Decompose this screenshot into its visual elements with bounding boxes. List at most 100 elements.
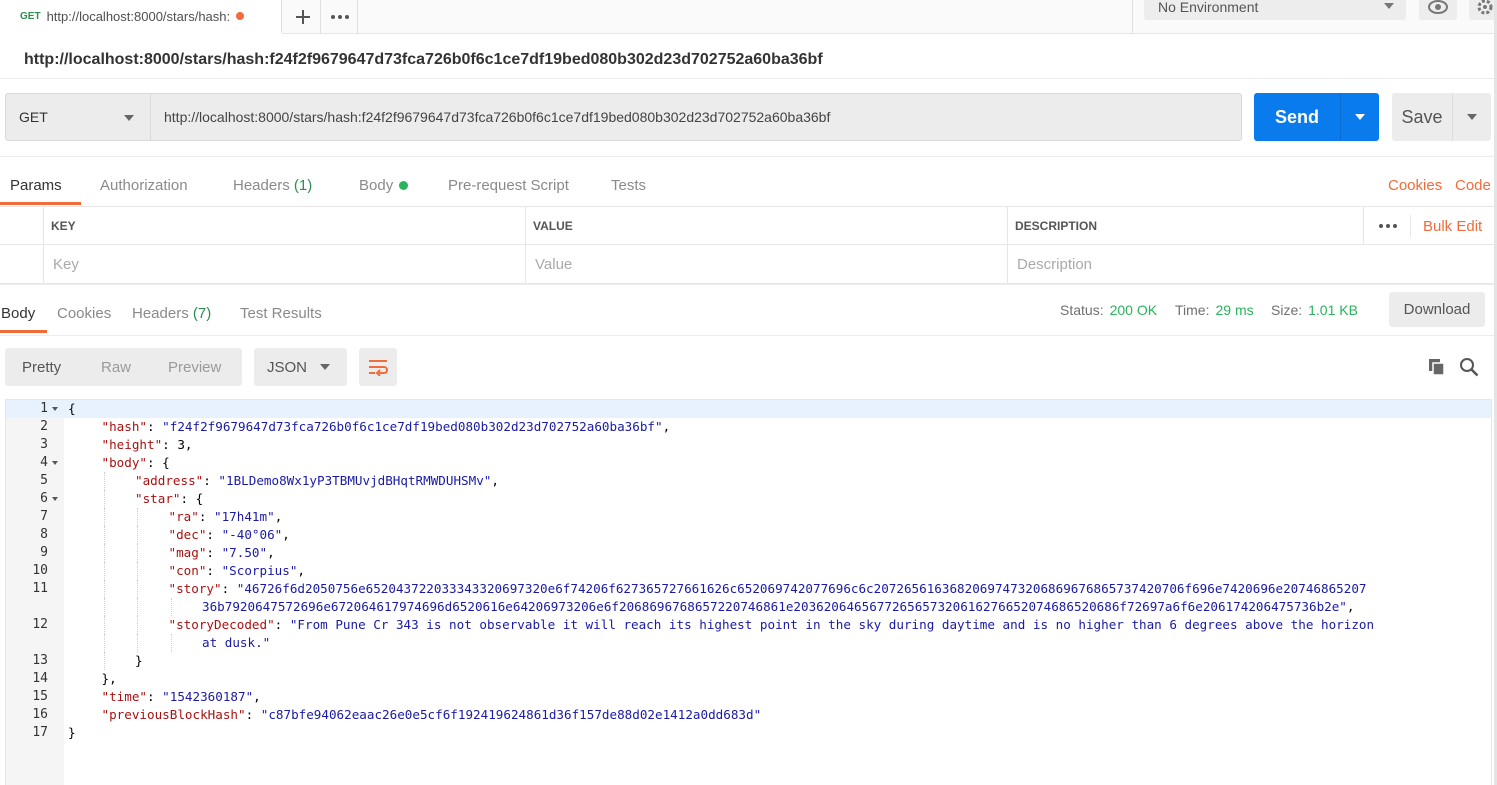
indent-guide [137,562,138,580]
response-tab-cookies[interactable]: Cookies [57,293,111,333]
description-input[interactable]: Description [1009,245,1489,283]
pretty-button[interactable]: Pretty [22,359,61,376]
indent-guide [103,598,105,616]
json-punctuation: } [68,725,76,740]
json-key: "ra" [168,509,199,524]
cookies-link[interactable]: Cookies [1388,165,1442,205]
fold-toggle-icon[interactable] [52,497,58,501]
key-column-header: KEY [51,219,76,233]
divider [1132,0,1133,34]
indent-guide [137,526,138,544]
json-punctuation: : { [147,455,170,470]
search-response-button[interactable] [1459,357,1479,382]
preview-button[interactable]: Preview [168,359,221,376]
code-line: 2 "hash": "f24f2f9679647d73fca726b0f6c1ce… [6,418,1491,436]
response-body-editor[interactable]: 1{2 "hash": "f24f2f9679647d73fca726b0f6c1… [5,399,1492,785]
line-number: 7 [40,509,48,524]
json-string: at dusk." [202,635,271,650]
code-line: 9 "mag": "7.50", [6,544,1491,562]
line-number: 5 [40,473,48,488]
send-button[interactable]: Send [1254,93,1379,141]
environment-quick-look-button[interactable] [1419,0,1457,20]
json-string: "1BLDemo8Wx1yP3TBMUvjdBHqtRMWDUHSMv" [218,473,492,488]
json-punctuation: } [135,653,143,668]
new-tab-button[interactable] [285,0,321,34]
response-tab-headers-label: Headers [132,304,189,322]
key-input[interactable]: Key [45,245,525,283]
json-punctuation: : [274,617,290,632]
response-tab-headers[interactable]: Headers (7) [132,293,211,333]
download-button[interactable]: Download [1389,292,1485,327]
tab-authorization[interactable]: Authorization [100,165,188,205]
code-text: "mag": "7.50", [169,544,275,562]
indent-guide [103,526,105,544]
indent-guide [103,562,105,580]
json-punctuation: : [245,707,261,722]
time-value: 29 ms [1215,301,1254,318]
line-number: 8 [40,527,48,542]
response-tab-body-label: Body [1,304,36,322]
bulk-edit-link[interactable]: Bulk Edit [1415,207,1482,245]
request-tab[interactable]: GET http://localhost:8000/stars/hash: [0,0,282,34]
response-time: Time: 29 ms [1175,293,1254,326]
tab-title: http://localhost:8000/stars/hash: [46,8,231,24]
send-options-button[interactable] [1341,93,1379,141]
indent-guide [137,544,138,562]
code-text: "height": 3, [102,436,193,454]
tab-headers[interactable]: Headers (1) [233,165,312,205]
indent-guide [103,580,105,598]
environment-select[interactable]: No Environment [1144,0,1406,20]
tab-tests-label: Tests [611,176,647,194]
divider [1363,207,1364,245]
params-more-button[interactable] [1370,207,1398,245]
tab-more-button[interactable] [322,0,358,34]
tab-tests[interactable]: Tests [611,165,646,205]
code-text: "ra": "17h41m", [169,508,283,526]
save-button[interactable]: Save [1392,93,1491,141]
method-select[interactable]: GET [5,93,151,141]
code-link[interactable]: Code [1455,165,1491,205]
value-input[interactable]: Value [527,245,1007,283]
response-tab-body[interactable]: Body [0,293,47,333]
format-select[interactable]: JSON [254,348,347,386]
code-text: "body": { [102,454,170,472]
params-header-row: KEY VALUE DESCRIPTION Bulk Edit [0,206,1497,245]
json-string: "f24f2f9679647d73fca726b0f6c1ce7df19bed0… [162,419,663,434]
time-label: Time: [1175,301,1210,318]
fold-toggle-icon[interactable] [52,461,58,465]
tab-body[interactable]: Body [359,165,409,205]
fold-toggle-icon[interactable] [52,407,58,411]
line-number: 10 [32,563,48,578]
tab-params-label: Params [10,176,62,194]
code-text: } [135,652,143,670]
json-punctuation: , [297,563,306,578]
settings-button[interactable] [1469,0,1497,20]
indent-guide [137,634,138,652]
code-line: 7 "ra": "17h41m", [6,508,1491,526]
caret-down-icon [124,115,134,121]
tab-params[interactable]: Params [0,165,81,205]
caret-down-icon [1355,114,1365,120]
response-tab-test-results[interactable]: Test Results [240,293,322,333]
json-punctuation: , [491,473,499,488]
save-options-button[interactable] [1453,93,1491,141]
json-string: "From Pune Cr 343 is not observable it w… [289,617,1375,632]
wrap-lines-button[interactable] [359,348,397,386]
code-line: 8 "dec": "-40°06", [6,526,1491,544]
response-size: Size: 1.01 KB [1271,293,1358,326]
code-text: 36b7920647572696e672064617974696d6520616… [202,598,1355,616]
line-number: 13 [32,653,48,668]
code-text: "star": { [135,490,203,508]
json-key: "story" [168,581,222,596]
json-string: "-40°06" [221,527,283,542]
copy-button[interactable] [1427,357,1447,382]
value-column-header: VALUE [533,219,573,233]
code-line: 14}, [6,670,1491,688]
code-text: }, [102,670,117,688]
raw-button[interactable]: Raw [101,359,131,376]
divider [0,284,1497,285]
tab-prerequest-script[interactable]: Pre-request Script [448,165,569,205]
url-input[interactable]: http://localhost:8000/stars/hash:f24f2f9… [150,93,1242,141]
json-punctuation: : [206,545,222,560]
json-string: "17h41m" [214,509,275,524]
